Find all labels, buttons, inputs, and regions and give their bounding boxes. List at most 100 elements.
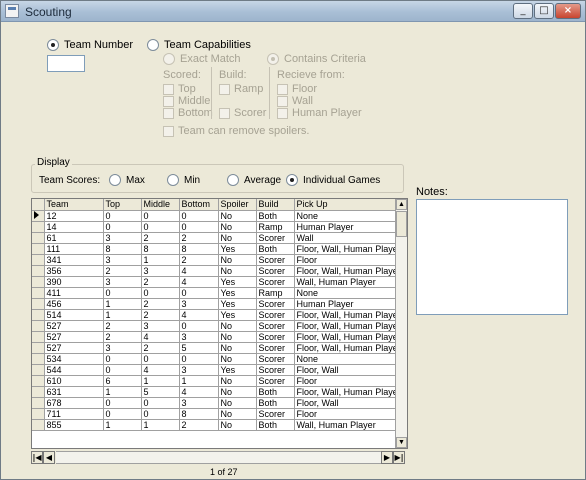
- column-header-build[interactable]: Build: [256, 199, 295, 211]
- row-selector[interactable]: [32, 408, 45, 420]
- cell-spoiler[interactable]: No: [218, 408, 257, 420]
- build-ramp-checkbox[interactable]: Ramp: [219, 83, 263, 95]
- team-number-input[interactable]: [47, 55, 85, 72]
- cell-spoiler[interactable]: No: [218, 353, 257, 365]
- row-selector[interactable]: [32, 320, 45, 332]
- cell-spoiler[interactable]: No: [218, 397, 257, 409]
- cell-bottom[interactable]: 3: [179, 298, 219, 310]
- cell-top[interactable]: 2: [103, 265, 142, 277]
- cell-middle[interactable]: 0: [141, 408, 180, 420]
- cell-middle[interactable]: 2: [141, 309, 180, 321]
- cell-middle[interactable]: 1: [141, 419, 180, 431]
- table-row[interactable]: 12 0 0 0 No Both None: [32, 210, 404, 222]
- receive-wall-checkbox[interactable]: Wall: [277, 95, 313, 107]
- cell-pickup[interactable]: Floor, Wall, Human Player: [294, 331, 404, 343]
- cell-team[interactable]: 456: [44, 298, 104, 310]
- cell-team[interactable]: 631: [44, 386, 104, 398]
- cell-pickup[interactable]: None: [294, 353, 404, 365]
- first-record-icon[interactable]: |◀: [31, 451, 43, 464]
- cell-middle[interactable]: 1: [141, 375, 180, 387]
- cell-middle[interactable]: 5: [141, 386, 180, 398]
- last-record-icon[interactable]: ▶|: [393, 451, 405, 464]
- cell-build[interactable]: Scorer: [256, 265, 295, 277]
- cell-pickup[interactable]: Floor, Wall: [294, 397, 404, 409]
- cell-build[interactable]: Scorer: [256, 254, 295, 266]
- cell-bottom[interactable]: 4: [179, 309, 219, 321]
- row-selector[interactable]: [32, 375, 45, 387]
- cell-build[interactable]: Scorer: [256, 408, 295, 420]
- cell-bottom[interactable]: 1: [179, 375, 219, 387]
- cell-build[interactable]: Both: [256, 243, 295, 255]
- column-header-team[interactable]: Team: [44, 199, 104, 211]
- cell-team[interactable]: 411: [44, 287, 104, 299]
- cell-team[interactable]: 111: [44, 243, 104, 255]
- cell-team[interactable]: 527: [44, 342, 104, 354]
- scored-bottom-checkbox[interactable]: Bottom: [163, 107, 213, 119]
- cell-build[interactable]: Both: [256, 397, 295, 409]
- cell-bottom[interactable]: 2: [179, 232, 219, 244]
- cell-top[interactable]: 3: [103, 276, 142, 288]
- cell-spoiler[interactable]: Yes: [218, 276, 257, 288]
- cell-build[interactable]: Scorer: [256, 353, 295, 365]
- cell-build[interactable]: Scorer: [256, 298, 295, 310]
- navigator-track[interactable]: [56, 451, 381, 464]
- cell-pickup[interactable]: Floor: [294, 408, 404, 420]
- cell-pickup[interactable]: Floor, Wall: [294, 364, 404, 376]
- table-row[interactable]: 527 2 4 3 No Scorer Floor, Wall, Human Player: [32, 331, 404, 343]
- cell-bottom[interactable]: 4: [179, 386, 219, 398]
- column-header-middle[interactable]: Middle: [141, 199, 180, 211]
- table-row[interactable]: 711 0 0 8 No Scorer Floor: [32, 408, 404, 420]
- cell-bottom[interactable]: 0: [179, 210, 219, 222]
- cell-pickup[interactable]: Human Player: [294, 298, 404, 310]
- row-selector[interactable]: [32, 276, 45, 288]
- row-selector[interactable]: [32, 265, 45, 277]
- cell-team[interactable]: 534: [44, 353, 104, 365]
- row-selector[interactable]: [32, 386, 45, 398]
- cell-team[interactable]: 855: [44, 419, 104, 431]
- cell-bottom[interactable]: 0: [179, 287, 219, 299]
- cell-middle[interactable]: 0: [141, 287, 180, 299]
- cell-build[interactable]: Scorer: [256, 276, 295, 288]
- table-row[interactable]: 527 3 2 5 No Scorer Floor, Wall, Human Player: [32, 342, 404, 354]
- cell-pickup[interactable]: Wall: [294, 232, 404, 244]
- cell-spoiler[interactable]: Yes: [218, 298, 257, 310]
- maximize-button[interactable]: □: [534, 3, 554, 19]
- cell-bottom[interactable]: 0: [179, 353, 219, 365]
- display-min-radio[interactable]: Min: [167, 174, 200, 186]
- cell-middle[interactable]: 3: [141, 320, 180, 332]
- cell-pickup[interactable]: Floor, Wall, Human Player: [294, 386, 404, 398]
- cell-bottom[interactable]: 0: [179, 320, 219, 332]
- display-max-radio[interactable]: Max: [109, 174, 145, 186]
- cell-spoiler[interactable]: No: [218, 265, 257, 277]
- cell-middle[interactable]: 2: [141, 342, 180, 354]
- cell-team[interactable]: 514: [44, 309, 104, 321]
- table-row[interactable]: 544 0 4 3 Yes Scorer Floor, Wall: [32, 364, 404, 376]
- team-number-radio[interactable]: Team Number: [47, 39, 133, 51]
- cell-team[interactable]: 610: [44, 375, 104, 387]
- cell-pickup[interactable]: Floor, Wall, Human Player: [294, 243, 404, 255]
- row-selector[interactable]: [32, 397, 45, 409]
- team-capabilities-radio[interactable]: Team Capabilities: [147, 39, 251, 51]
- cell-top[interactable]: 1: [103, 419, 142, 431]
- row-selector[interactable]: [32, 364, 45, 376]
- table-row[interactable]: 855 1 1 2 No Both Wall, Human Player: [32, 419, 404, 431]
- row-selector[interactable]: [32, 331, 45, 343]
- previous-record-icon[interactable]: ◀: [43, 451, 55, 464]
- cell-team[interactable]: 527: [44, 320, 104, 332]
- cell-spoiler[interactable]: No: [218, 375, 257, 387]
- row-selector[interactable]: [32, 419, 45, 431]
- cell-build[interactable]: Scorer: [256, 309, 295, 321]
- table-row[interactable]: 527 2 3 0 No Scorer Floor, Wall, Human Player: [32, 320, 404, 332]
- next-record-icon[interactable]: ▶: [381, 451, 393, 464]
- title-bar[interactable]: Scouting _ □ ×: [1, 1, 585, 22]
- cell-spoiler[interactable]: No: [218, 232, 257, 244]
- cell-top[interactable]: 0: [103, 364, 142, 376]
- cell-build[interactable]: Scorer: [256, 331, 295, 343]
- cell-top[interactable]: 3: [103, 232, 142, 244]
- table-row[interactable]: 631 1 5 4 No Both Floor, Wall, Human Player: [32, 386, 404, 398]
- table-row[interactable]: 390 3 2 4 Yes Scorer Wall, Human Player: [32, 276, 404, 288]
- cell-spoiler[interactable]: Yes: [218, 243, 257, 255]
- cell-bottom[interactable]: 2: [179, 254, 219, 266]
- cell-middle[interactable]: 3: [141, 265, 180, 277]
- table-row[interactable]: 14 0 0 0 No Ramp Human Player: [32, 221, 404, 233]
